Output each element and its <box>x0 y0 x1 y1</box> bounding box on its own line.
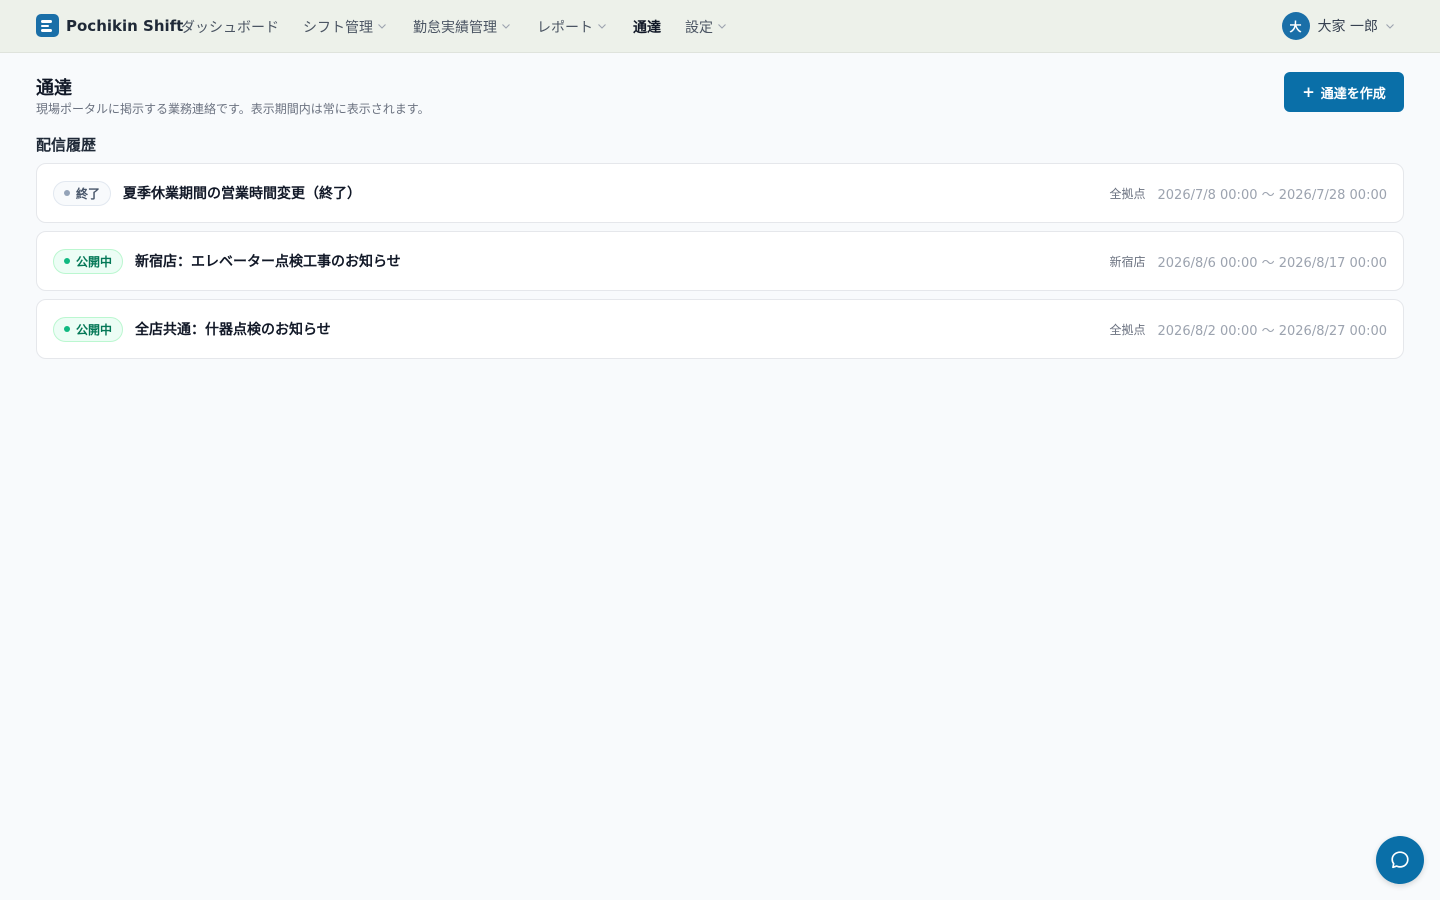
section-title-history: 配信履歴 <box>36 136 97 154</box>
nav-settings[interactable]: 設定 <box>685 0 726 53</box>
status-badge-label: 公開中 <box>76 254 113 269</box>
notice-period: 2026/7/8 00:00 〜 2026/7/28 00:00 <box>1157 187 1388 203</box>
chat-button[interactable] <box>1376 836 1424 884</box>
notice-title: 新宿店：エレベーター点検工事のお知らせ <box>135 254 401 270</box>
notice-title: 全店共通：什器点検のお知らせ <box>135 322 331 338</box>
top-navigation-bar: Pochikin Shift ダッシュボード シフト管理 勤怠実績管理 レポート… <box>0 0 1440 53</box>
nav-shift-management-label: シフト管理 <box>303 19 373 36</box>
avatar: 大 <box>1281 12 1310 40</box>
chevron-down-icon <box>378 24 386 29</box>
nav-shift-management[interactable]: シフト管理 <box>303 0 386 53</box>
status-badge: 公開中 <box>53 316 124 342</box>
user-menu[interactable]: 大 大家 一郎 <box>1281 12 1394 40</box>
chevron-down-icon <box>1386 23 1394 29</box>
notice-site: 新宿店 <box>1109 254 1146 269</box>
chevron-down-icon <box>718 24 726 29</box>
pochikin-logo-icon <box>36 14 59 37</box>
notice-title: 夏季休業期間の営業時間変更（終了） <box>123 186 362 202</box>
nav-attendance-management[interactable]: 勤怠実績管理 <box>413 0 510 53</box>
nav-notices[interactable]: 通達 <box>633 0 661 53</box>
status-badge-label: 終了 <box>76 186 101 201</box>
nav-dashboard-label: ダッシュボード <box>181 19 279 36</box>
chevron-down-icon <box>502 24 510 29</box>
create-notice-button-label: 通達を作成 <box>1320 86 1386 102</box>
status-dot-icon <box>64 258 70 264</box>
notice-period: 2026/8/6 00:00 〜 2026/8/17 00:00 <box>1157 255 1388 271</box>
status-badge: 公開中 <box>53 248 124 274</box>
list-item[interactable]: 公開中 全店共通：什器点検のお知らせ 全拠点 2026/8/2 00:00 〜 … <box>36 299 1404 359</box>
list-item[interactable]: 公開中 新宿店：エレベーター点検工事のお知らせ 新宿店 2026/8/6 00:… <box>36 231 1404 291</box>
nav-attendance-management-label: 勤怠実績管理 <box>413 19 497 36</box>
notice-period: 2026/8/2 00:00 〜 2026/8/27 00:00 <box>1157 323 1388 339</box>
create-notice-button[interactable]: + 通達を作成 <box>1284 72 1404 112</box>
nav-reports-label: レポート <box>537 19 593 36</box>
nav-dashboard[interactable]: ダッシュボード <box>181 0 279 53</box>
status-badge-label: 公開中 <box>76 322 113 337</box>
notice-site: 全拠点 <box>1109 186 1146 201</box>
notice-list: 終了 夏季休業期間の営業時間変更（終了） 全拠点 2026/7/8 00:00 … <box>36 163 1404 367</box>
chevron-down-icon <box>598 24 606 29</box>
status-dot-icon <box>64 190 70 196</box>
page-description: 現場ポータルに掲示する業務連絡です。表示期間内は常に表示されます。 <box>36 102 430 116</box>
brand-name: Pochikin Shift <box>66 16 184 35</box>
notice-site: 全拠点 <box>1109 322 1146 337</box>
status-dot-icon <box>64 326 70 332</box>
brand-logo-link[interactable]: Pochikin Shift <box>36 14 183 37</box>
page-title: 通達 <box>36 78 72 99</box>
nav-reports[interactable]: レポート <box>537 0 606 53</box>
list-item[interactable]: 終了 夏季休業期間の営業時間変更（終了） 全拠点 2026/7/8 00:00 … <box>36 163 1404 223</box>
plus-icon: + <box>1302 83 1315 101</box>
user-name: 大家 一郎 <box>1317 19 1378 35</box>
chat-bubble-icon <box>1391 851 1409 869</box>
status-badge: 終了 <box>53 180 112 206</box>
nav-notices-label: 通達 <box>633 19 661 36</box>
nav-settings-label: 設定 <box>685 19 713 36</box>
